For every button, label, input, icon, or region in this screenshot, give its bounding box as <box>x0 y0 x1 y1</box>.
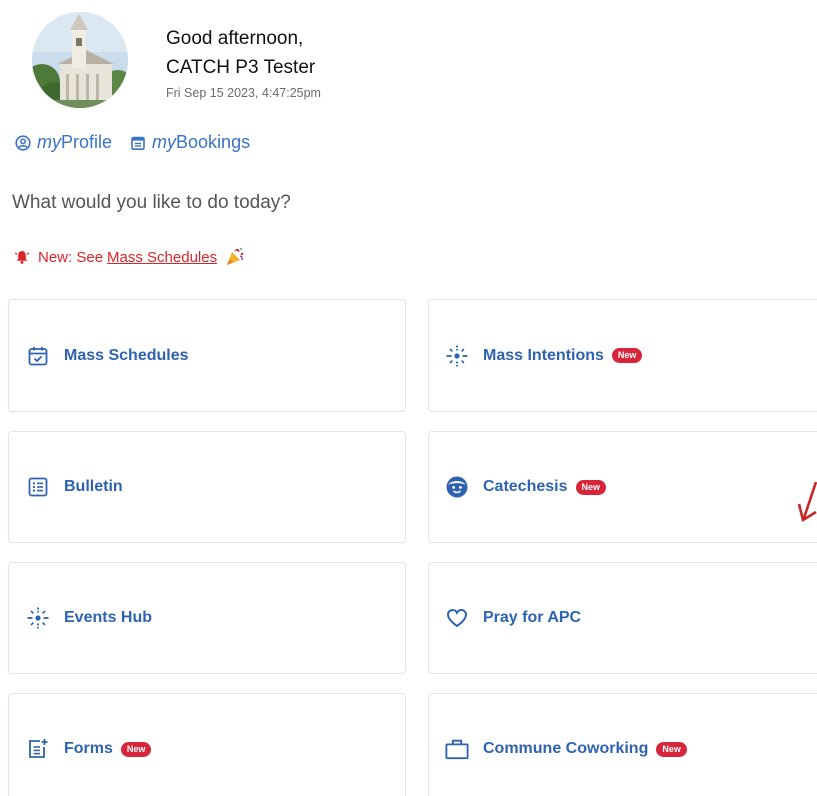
mass-schedules-link[interactable]: Mass Schedules <box>107 249 217 266</box>
card-label: Pray for APC <box>483 609 582 626</box>
sparkle-icon <box>445 344 469 368</box>
events-hub-card[interactable]: Events Hub <box>8 562 406 674</box>
card-label: Catechesis <box>483 478 568 495</box>
mass-schedules-card[interactable]: Mass Schedules <box>8 299 406 412</box>
new-badge: New <box>120 741 152 757</box>
calendar-icon <box>131 136 145 150</box>
my-bookings-link[interactable]: my Bookings <box>130 132 250 153</box>
my-bookings-label: Bookings <box>176 132 251 152</box>
card-label: Mass Intentions <box>483 346 604 364</box>
quick-links: my Profile my Bookings <box>15 132 250 153</box>
card-label: Commune Coworking <box>483 740 649 757</box>
user-circle-icon <box>15 134 31 151</box>
announcement-prefix: New: See <box>38 248 104 266</box>
card-label: Mass Schedules <box>64 346 189 364</box>
new-badge: New <box>656 741 687 757</box>
greeting-header: Good afternoon, CATCH P3 Tester Fri Sep … <box>32 12 321 108</box>
commune-coworking-card[interactable]: Commune Coworking New <box>428 693 817 796</box>
card-label: Forms <box>64 740 113 757</box>
new-badge: New <box>575 479 607 495</box>
greeting-text: Good afternoon, <box>166 28 304 49</box>
pray-for-apc-card[interactable]: Pray for APC <box>428 562 817 674</box>
my-profile-label: Profile <box>61 132 113 152</box>
church-photo <box>32 12 128 108</box>
forms-card[interactable]: Forms New <box>8 693 406 796</box>
my-bookings-prefix: my <box>152 132 177 152</box>
card-label: Bulletin <box>64 478 123 495</box>
my-profile-prefix: my <box>37 132 61 152</box>
card-label: Events Hub <box>64 609 153 626</box>
current-datetime: Fri Sep 15 2023, 4:47:25pm <box>166 86 321 100</box>
new-badge: New <box>611 348 643 363</box>
child-face-icon <box>445 475 469 499</box>
bell-alert-icon <box>14 251 30 264</box>
form-add-icon <box>26 737 50 761</box>
catechesis-card[interactable]: Catechesis New <box>428 431 817 543</box>
bulletin-card[interactable]: Bulletin <box>8 431 406 543</box>
annotation-arrow-icon <box>797 481 817 523</box>
calendar-check-icon <box>26 344 50 368</box>
heart-icon <box>445 606 469 630</box>
announcement-banner: New: See Mass Schedules <box>14 247 245 267</box>
avatar[interactable] <box>32 12 128 108</box>
user-name: CATCH P3 Tester <box>166 57 316 78</box>
my-profile-link[interactable]: my Profile <box>15 132 112 153</box>
page-prompt: What would you like to do today? <box>12 192 291 213</box>
sparkle-icon <box>26 606 50 630</box>
list-icon <box>26 475 50 499</box>
briefcase-icon <box>445 737 469 761</box>
party-popper-icon <box>227 248 244 265</box>
mass-intentions-card[interactable]: Mass Intentions New <box>428 299 817 412</box>
